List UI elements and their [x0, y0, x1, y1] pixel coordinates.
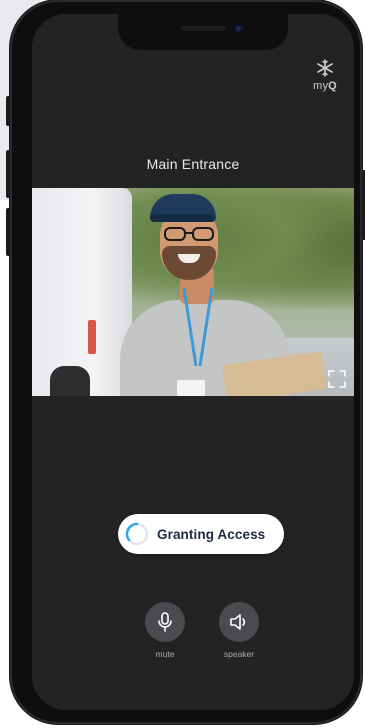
loading-spinner-icon	[125, 522, 149, 546]
fullscreen-icon[interactable]	[328, 370, 346, 388]
mute-label: mute	[155, 649, 175, 659]
logo-text: myQ	[313, 80, 337, 92]
snowflake-icon	[310, 58, 340, 78]
earpiece	[180, 26, 226, 31]
person-lanyard	[182, 288, 214, 367]
video-van	[32, 188, 132, 396]
speaker-label: speaker	[223, 649, 255, 659]
video-van-light	[88, 320, 96, 354]
side-button	[6, 150, 10, 198]
mute-control[interactable]: mute	[138, 602, 192, 659]
notch	[118, 14, 288, 50]
door-title: Main Entrance	[146, 156, 240, 172]
side-button	[6, 96, 10, 126]
speaker-icon	[230, 614, 246, 630]
phone-frame: myQ Main Entrance Granting Access mute s…	[6, 0, 365, 724]
phone-screen: myQ Main Entrance Granting Access mute s…	[32, 14, 354, 710]
video-van-wheel	[50, 366, 90, 396]
person-badge	[177, 380, 205, 396]
front-camera	[234, 24, 243, 33]
granting-access-label: Granting Access	[157, 526, 266, 542]
side-button	[6, 208, 10, 256]
mute-button[interactable]	[145, 602, 185, 642]
speaker-button[interactable]	[219, 602, 259, 642]
microphone-icon	[158, 612, 172, 632]
stage: myQ Main Entrance Granting Access mute s…	[0, 0, 365, 728]
myq-logo: myQ	[310, 58, 340, 92]
speaker-control[interactable]: speaker	[212, 602, 266, 659]
video-feed[interactable]	[32, 188, 354, 396]
person-glasses	[164, 227, 214, 241]
granting-access-button[interactable]: Granting Access	[118, 514, 284, 554]
person-cap-bill	[150, 214, 214, 222]
